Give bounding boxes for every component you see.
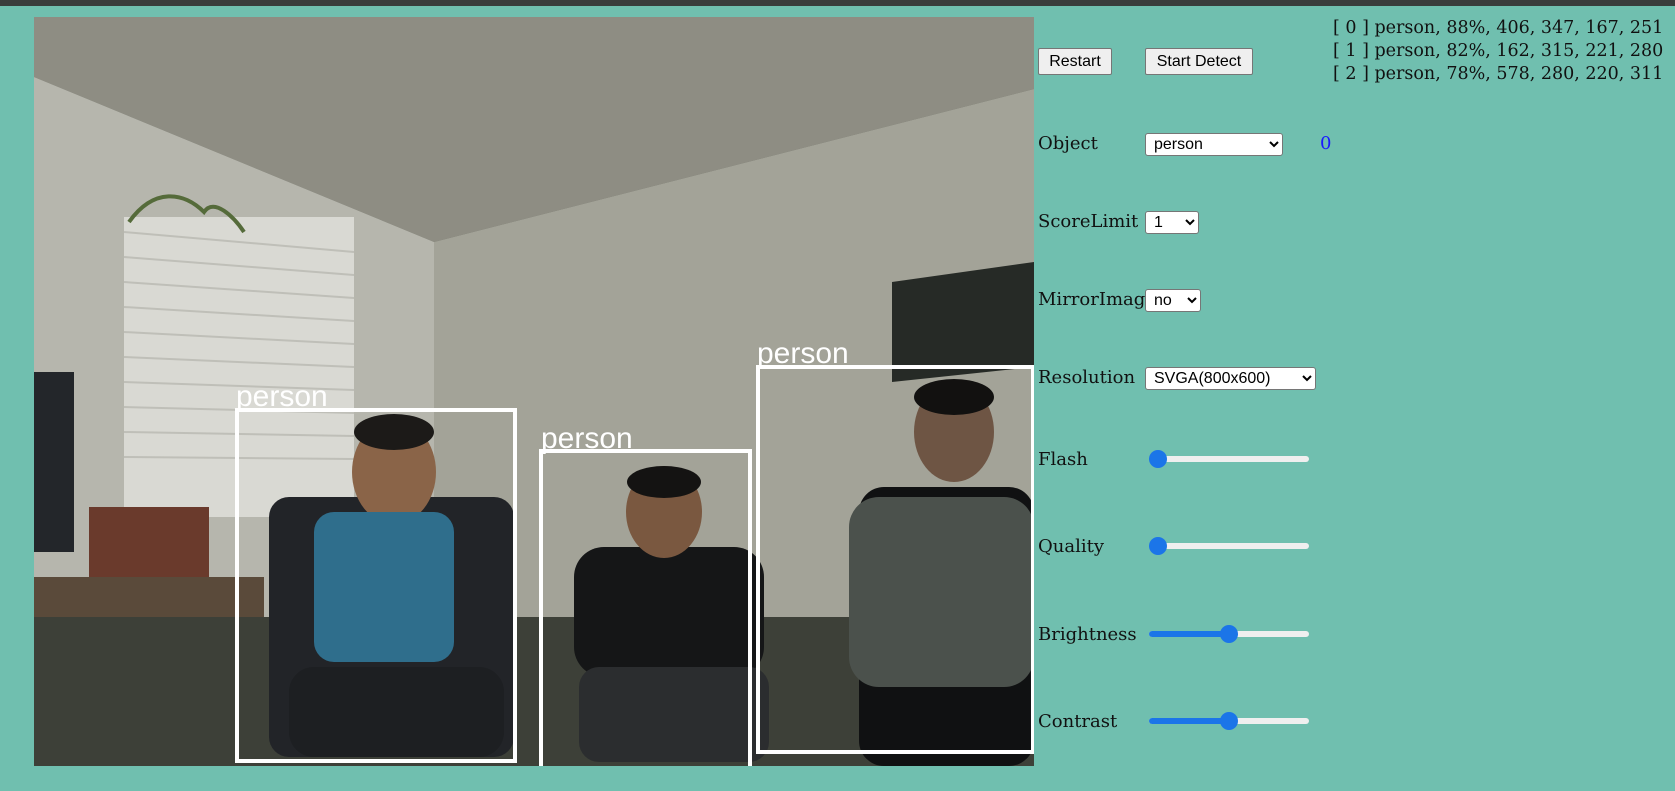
slider-thumb[interactable]	[1220, 625, 1238, 643]
detection-results: [ 0 ] person, 88%, 406, 347, 167, 251 [ …	[1333, 17, 1663, 86]
object-label: Object	[1038, 133, 1098, 154]
camera-feed: person person person	[34, 17, 1034, 766]
slider-thumb[interactable]	[1149, 450, 1167, 468]
resolution-select[interactable]: SVGA(800x600)	[1145, 367, 1316, 390]
result-line: [ 1 ] person, 82%, 162, 315, 221, 280	[1333, 41, 1664, 61]
contrast-slider[interactable]	[1149, 711, 1309, 731]
brightness-slider[interactable]	[1149, 624, 1309, 644]
detection-box-3	[756, 365, 1034, 754]
slider-track	[1149, 456, 1309, 462]
object-count: 0	[1320, 133, 1332, 154]
mirror-image-select[interactable]: no	[1145, 289, 1201, 312]
flash-label: Flash	[1038, 449, 1088, 470]
detection-label-3: person	[757, 337, 849, 370]
detection-label-1: person	[236, 380, 328, 413]
slider-fill	[1149, 718, 1229, 724]
window-top-bar	[0, 0, 1675, 6]
resolution-label: Resolution	[1038, 367, 1136, 388]
flash-slider[interactable]	[1149, 449, 1309, 469]
restart-button[interactable]: Restart	[1038, 48, 1112, 75]
contrast-label: Contrast	[1038, 711, 1118, 732]
score-limit-select[interactable]: 1	[1145, 211, 1199, 234]
score-limit-label: ScoreLimit	[1038, 211, 1139, 232]
detection-label-2: person	[541, 422, 633, 455]
slider-thumb[interactable]	[1220, 712, 1238, 730]
slider-track	[1149, 543, 1309, 549]
slider-fill	[1149, 631, 1229, 637]
mirror-image-label: MirrorImage	[1038, 289, 1156, 310]
quality-label: Quality	[1038, 536, 1104, 557]
detection-box-2	[539, 449, 752, 766]
object-select[interactable]: person	[1145, 133, 1283, 156]
brightness-label: Brightness	[1038, 624, 1137, 645]
quality-slider[interactable]	[1149, 536, 1309, 556]
result-line: [ 2 ] person, 78%, 578, 280, 220, 311	[1333, 64, 1664, 84]
slider-thumb[interactable]	[1149, 537, 1167, 555]
start-detect-button[interactable]: Start Detect	[1145, 48, 1253, 75]
detection-box-1	[235, 408, 517, 763]
result-line: [ 0 ] person, 88%, 406, 347, 167, 251	[1333, 18, 1664, 38]
